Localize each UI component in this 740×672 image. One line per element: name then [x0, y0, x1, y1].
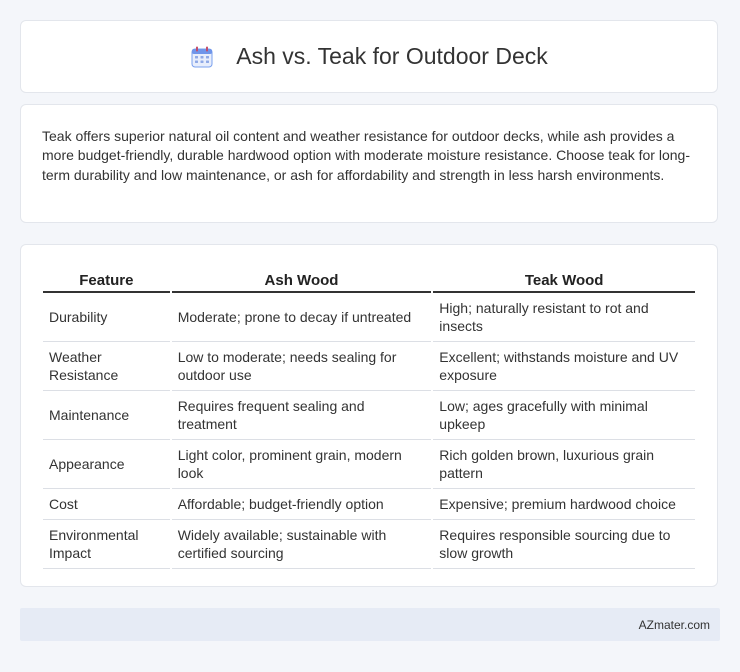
ash-cell: Light color, prominent grain, modern loo…	[171, 440, 432, 489]
column-header-ash: Ash Wood	[171, 265, 432, 293]
ash-cell: Moderate; prone to decay if untreated	[171, 293, 432, 342]
feature-cell: Durability	[43, 293, 170, 342]
footer-brand: AZmater.com	[638, 617, 710, 632]
comparison-table: Feature Ash Wood Teak Wood Durability Mo…	[41, 265, 697, 569]
table-row: Cost Affordable; budget-friendly option …	[43, 489, 695, 520]
teak-cell: Expensive; premium hardwood choice	[433, 489, 695, 520]
table-row: Appearance Light color, prominent grain,…	[43, 440, 695, 489]
ash-cell: Widely available; sustainable with certi…	[171, 520, 432, 569]
title-card: Ash vs. Teak for Outdoor Deck	[20, 20, 718, 93]
summary-text: Teak offers superior natural oil content…	[42, 128, 690, 183]
footer: AZmater.com	[20, 608, 720, 641]
summary-card: Teak offers superior natural oil content…	[20, 104, 718, 223]
page-title: Ash vs. Teak for Outdoor Deck	[236, 43, 548, 69]
ash-cell: Affordable; budget-friendly option	[171, 489, 432, 520]
table-row: Maintenance Requires frequent sealing an…	[43, 391, 695, 440]
feature-cell: Cost	[43, 489, 170, 520]
ash-cell: Requires frequent sealing and treatment	[171, 391, 432, 440]
teak-cell: Low; ages gracefully with minimal upkeep	[433, 391, 695, 440]
teak-cell: High; naturally resistant to rot and ins…	[433, 293, 695, 342]
feature-cell: Maintenance	[43, 391, 170, 440]
table-row: Durability Moderate; prone to decay if u…	[43, 293, 695, 342]
calendar-icon	[190, 45, 214, 69]
ash-cell: Low to moderate; needs sealing for outdo…	[171, 342, 432, 391]
column-header-teak: Teak Wood	[433, 265, 695, 293]
feature-cell: Appearance	[43, 440, 170, 489]
teak-cell: Rich golden brown, luxurious grain patte…	[433, 440, 695, 489]
table-row: Environmental Impact Widely available; s…	[43, 520, 695, 569]
comparison-table-card: Feature Ash Wood Teak Wood Durability Mo…	[20, 244, 718, 587]
feature-cell: Environmental Impact	[43, 520, 170, 569]
table-row: Weather Resistance Low to moderate; need…	[43, 342, 695, 391]
teak-cell: Excellent; withstands moisture and UV ex…	[433, 342, 695, 391]
table-header-row: Feature Ash Wood Teak Wood	[43, 265, 695, 293]
column-header-feature: Feature	[43, 265, 170, 293]
feature-cell: Weather Resistance	[43, 342, 170, 391]
teak-cell: Requires responsible sourcing due to slo…	[433, 520, 695, 569]
